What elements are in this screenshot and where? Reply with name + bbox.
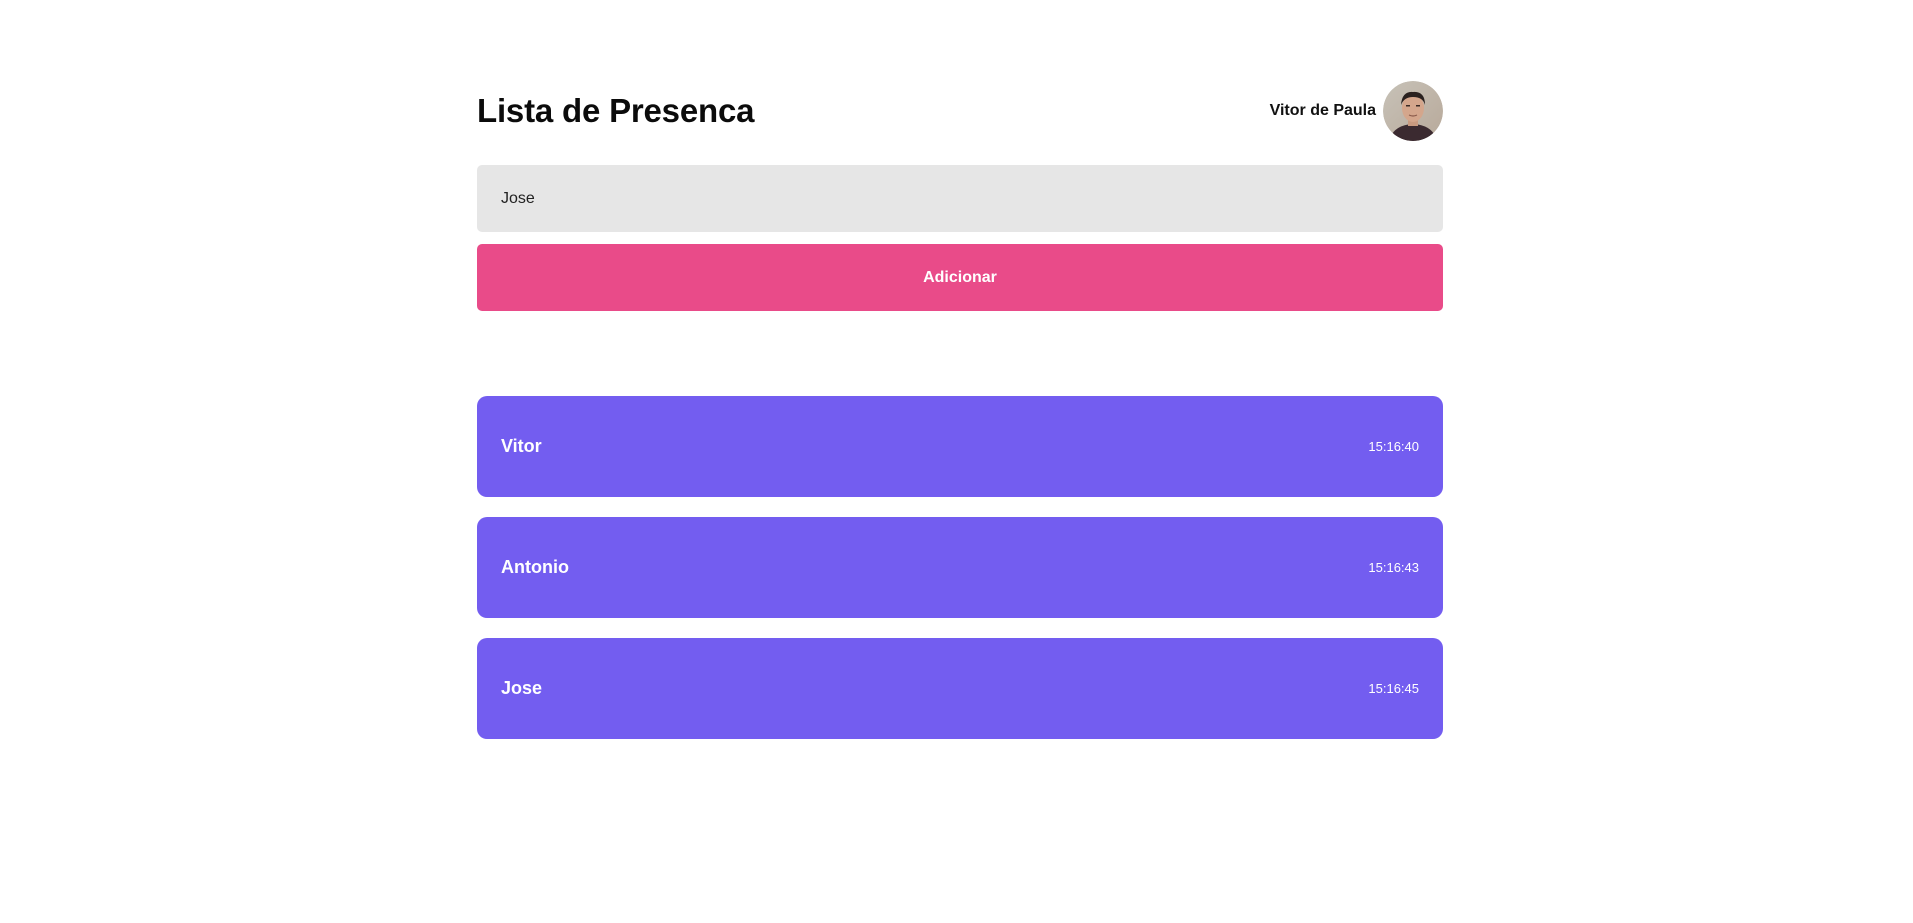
name-input[interactable]	[477, 165, 1443, 232]
attendee-time: 15:16:43	[1368, 560, 1419, 575]
attendance-list: Vitor 15:16:40 Antonio 15:16:43 Jose 15:…	[477, 396, 1443, 739]
avatar	[1383, 81, 1443, 141]
attendance-card: Vitor 15:16:40	[477, 396, 1443, 497]
attendee-name: Jose	[501, 678, 543, 698]
add-button[interactable]: Adicionar	[477, 244, 1443, 311]
main-container: Lista de Presenca Vitor de Paula Jose Ad…	[477, 80, 1443, 759]
attendance-card: Jose 15:16:45	[477, 638, 1443, 739]
attendance-card: Antonio 15:16:43	[477, 517, 1443, 618]
attendee-time: 15:16:45	[1368, 681, 1419, 696]
attendee-name: Antonio	[501, 557, 569, 577]
page-title: Lista de Presenca	[477, 92, 755, 129]
attendee-name: Vitor	[501, 436, 542, 456]
user-name: Vitor de Paula	[1269, 102, 1376, 119]
user-info: Vitor de Paula	[1270, 81, 1443, 141]
page-header: Lista de Presenca Vitor de Paula	[477, 80, 1443, 142]
attendee-time: 15:16:40	[1368, 439, 1419, 454]
